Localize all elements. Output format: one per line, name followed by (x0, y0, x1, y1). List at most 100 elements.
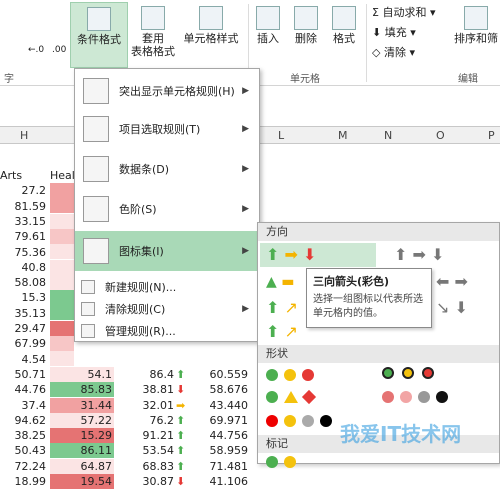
cell-i-2[interactable]: 31.44 (50, 397, 114, 413)
cell-h-14[interactable]: 44.76 (0, 382, 48, 397)
cell-h-0[interactable]: Arts (0, 168, 48, 183)
icon-set-5-arrows-gray[interactable]: ↘ ⬇ (436, 297, 496, 319)
menu-item-new-rule[interactable]: 新建规则(N)... (75, 277, 259, 297)
cell-h-18[interactable]: 50.43 (0, 443, 48, 458)
cell-k-0[interactable]: 60.559 (190, 367, 250, 382)
cell-h-6[interactable]: 40.8 (0, 260, 48, 275)
cell-h-15[interactable]: 37.4 (0, 398, 48, 413)
cell-h-11[interactable]: 67.99 (0, 336, 48, 351)
cell-i-5[interactable]: 86.11 (50, 443, 114, 459)
cell-i-0[interactable]: 54.1 (50, 366, 114, 382)
cell-i-fill[interactable] (50, 228, 74, 244)
clear-button[interactable]: ◇ 清除 ▾ (372, 46, 415, 59)
col-header-m[interactable]: M (338, 129, 348, 142)
delete-button[interactable]: 删除 (290, 6, 322, 45)
cell-k-4[interactable]: 44.756 (190, 428, 250, 443)
arrow-icon: ⬇ (176, 475, 186, 488)
cell-i-fill[interactable] (50, 198, 74, 214)
cell-h-5[interactable]: 75.36 (0, 245, 48, 260)
cell-i-fill[interactable] (50, 290, 74, 306)
cell-h-17[interactable]: 38.25 (0, 428, 48, 443)
cell-h-20[interactable]: 18.99 (0, 474, 48, 489)
decrease-decimal-button[interactable]: ←.0 (28, 44, 44, 57)
cell-k-6[interactable]: 71.481 (190, 459, 250, 474)
cell-style-button[interactable]: 单元格样式 (180, 6, 242, 45)
cell-j-3[interactable]: 76.2 (116, 413, 176, 428)
cell-j-4[interactable]: 91.21 (116, 428, 176, 443)
conditional-format-button[interactable]: 条件格式 (70, 2, 128, 68)
cell-k-7[interactable]: 41.106 (190, 474, 250, 489)
sort-filter-button[interactable]: 排序和筛 (452, 6, 500, 45)
cell-j-1[interactable]: 38.81 (116, 382, 176, 397)
cell-i-7[interactable]: 19.54 (50, 474, 114, 489)
cell-k-3[interactable]: 69.971 (190, 413, 250, 428)
icon-set-3-traffic-lights-rimmed[interactable] (382, 367, 452, 383)
menu-label-clearrules: 清除规则(C) (105, 303, 166, 316)
icon-set-3-arrows-gray[interactable]: ⬆ ➡ ⬇ (394, 243, 494, 267)
menu-item-highlight-rules[interactable]: 突出显示单元格规则(H) ▶ (75, 73, 259, 109)
icon-set-tooltip: 三向箭头(彩色) 选择一组图标以代表所选单元格内的值。 (306, 268, 432, 328)
cell-i-fill[interactable] (50, 244, 74, 260)
icon-set-4-arrows-gray[interactable]: ⬅ ➡ (436, 271, 496, 293)
cell-h-1[interactable]: 27.2 (0, 183, 48, 198)
cell-k-5[interactable]: 58.959 (190, 443, 250, 458)
col-header-p[interactable]: P (488, 129, 495, 142)
yellow-circle-icon (284, 456, 296, 468)
icon-set-3-arrows-colored[interactable]: ⬆ ➡ ⬇ (260, 243, 376, 267)
cell-h-8[interactable]: 15.3 (0, 290, 48, 305)
cell-i-1[interactable]: 85.83 (50, 382, 114, 398)
cell-h-10[interactable]: 29.47 (0, 321, 48, 336)
menu-item-top-rules[interactable]: 项目选取规则(T) ▶ (75, 111, 259, 147)
cell-i-fill[interactable] (50, 183, 74, 198)
cell-h-7[interactable]: 58.08 (0, 275, 48, 290)
format-button[interactable]: 格式 (328, 6, 360, 45)
cell-h-13[interactable]: 50.71 (0, 367, 48, 382)
menu-item-data-bars[interactable]: 数据条(D) ▶ (75, 151, 259, 187)
cell-i-fill[interactable] (50, 305, 74, 321)
fill-button[interactable]: ⬇ 填充 ▾ (372, 26, 416, 39)
top-rules-icon (83, 116, 109, 142)
cell-i-6[interactable]: 64.87 (50, 458, 114, 474)
cell-h-3[interactable]: 33.15 (0, 214, 48, 229)
icon-set-4-traffic-lights[interactable] (266, 415, 346, 431)
menu-item-icon-sets[interactable]: 图标集(I) ▶ (75, 231, 259, 271)
icon-set-3-signs[interactable] (266, 389, 336, 407)
cell-i-fill[interactable] (50, 259, 74, 275)
cell-i-3[interactable]: 57.22 (50, 412, 114, 428)
menu-item-clear-rules[interactable]: 清除规则(C) ▶ (75, 299, 259, 319)
col-header-o[interactable]: O (436, 129, 445, 142)
icon-set-3-traffic-lights[interactable] (266, 369, 336, 383)
cell-j-6[interactable]: 68.83 (116, 459, 176, 474)
cell-k-2[interactable]: 43.440 (190, 398, 250, 413)
cell-h-9[interactable]: 35.13 (0, 306, 48, 321)
cell-i-fill[interactable] (50, 274, 74, 290)
cell-h-12[interactable]: 4.54 (0, 352, 48, 367)
cell-j-7[interactable]: 30.87 (116, 474, 176, 489)
cell-h-2[interactable]: 81.59 (0, 199, 48, 214)
cell-h-16[interactable]: 94.62 (0, 413, 48, 428)
menu-item-color-scales[interactable]: 色阶(S) ▶ (75, 191, 259, 227)
cell-h-4[interactable]: 79.61 (0, 229, 48, 244)
menu-item-manage-rules[interactable]: 管理规则(R)... (75, 321, 259, 341)
table-format-button[interactable]: 套用 表格格式 (128, 6, 178, 58)
column-i-header[interactable]: Heal (50, 168, 75, 183)
icon-set-4-ratings-gray[interactable] (382, 391, 462, 407)
cell-i-fill[interactable] (50, 213, 74, 229)
insert-button[interactable]: 插入 (252, 6, 284, 45)
cell-i-fill[interactable] (50, 351, 74, 367)
cell-j-5[interactable]: 53.54 (116, 443, 176, 458)
cell-i-fill[interactable] (50, 320, 74, 336)
cell-h-19[interactable]: 72.24 (0, 459, 48, 474)
cell-j-2[interactable]: 32.01 (116, 398, 176, 413)
icon-set-3-symbols[interactable] (266, 456, 326, 468)
cell-i-4[interactable]: 15.29 (50, 428, 114, 444)
increase-decimal-button[interactable]: .00 (52, 44, 66, 57)
cell-i-fill[interactable] (50, 336, 74, 351)
col-header-l[interactable]: L (278, 129, 284, 142)
col-header-n[interactable]: N (384, 129, 392, 142)
autosum-button[interactable]: Σ 自动求和 ▾ (372, 6, 435, 19)
cell-k-1[interactable]: 58.676 (190, 382, 250, 397)
col-header-h[interactable]: H (20, 129, 28, 142)
triangle-up-icon: ▲ (266, 274, 277, 290)
cell-j-0[interactable]: 86.4 (116, 367, 176, 382)
